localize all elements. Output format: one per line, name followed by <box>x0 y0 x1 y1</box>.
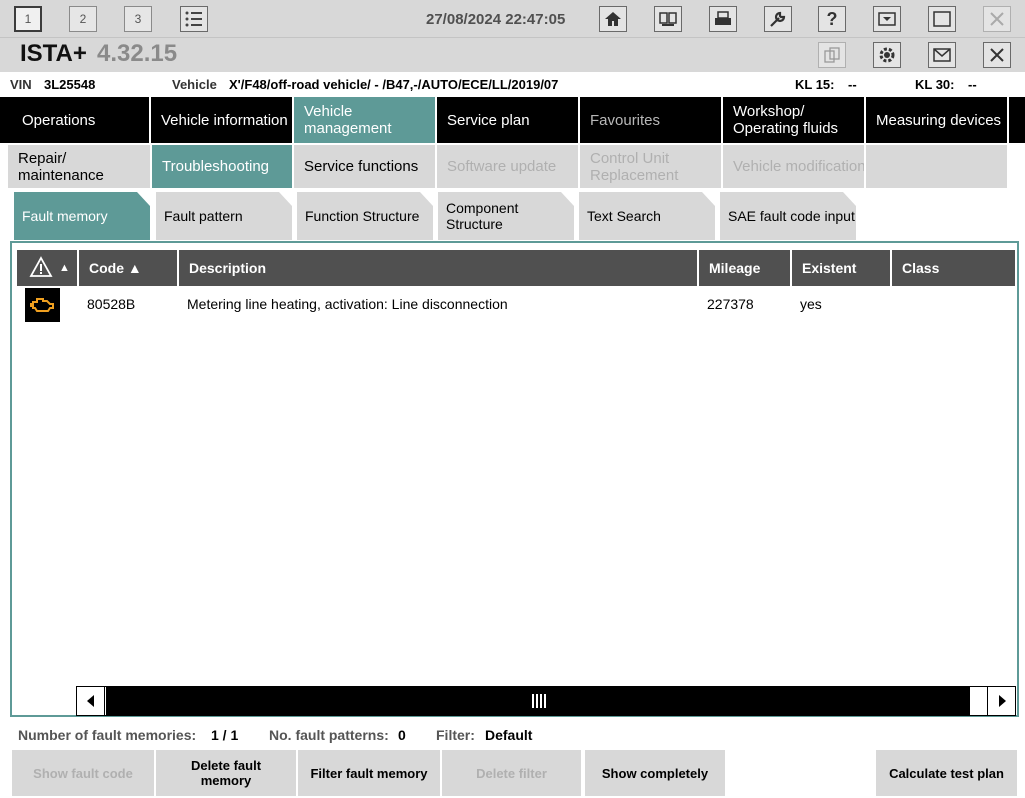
close-icon[interactable] <box>983 6 1011 32</box>
kl30-label: KL 30: <box>915 77 955 92</box>
kl15-value: -- <box>848 77 857 92</box>
col-class[interactable]: Class <box>892 250 1015 286</box>
fault-code: 80528B <box>87 296 136 312</box>
col-mileage[interactable]: Mileage <box>699 250 792 286</box>
main-nav: Operations Vehicle information Vehicle m… <box>0 97 1025 143</box>
ftab-component-structure[interactable]: Component Structure <box>438 192 574 240</box>
ftab-function-structure[interactable]: Function Structure <box>297 192 433 240</box>
fault-memory-panel: ▲ Code ▲ Description Mileage Existent Cl… <box>10 241 1019 717</box>
app-version: 4.32.15 <box>97 40 178 67</box>
fault-existent: yes <box>800 296 822 312</box>
print-icon[interactable] <box>709 6 737 32</box>
table-header: ▲ Code ▲ Description Mileage Existent Cl… <box>17 250 1015 286</box>
scroll-right-icon[interactable] <box>987 687 1015 715</box>
help-icon[interactable]: ? <box>818 6 846 32</box>
gear-icon[interactable] <box>873 42 901 68</box>
table-row[interactable]: 80528B Metering line heating, activation… <box>17 287 1015 322</box>
scroll-thumb[interactable] <box>106 687 970 715</box>
maximize-icon[interactable] <box>928 6 956 32</box>
subtab-software-update[interactable]: Software update <box>437 145 578 188</box>
subtab-service-functions[interactable]: Service functions <box>294 145 435 188</box>
vehicle-label: Vehicle <box>172 77 217 92</box>
filter-value: Default <box>485 727 533 743</box>
vin-value: 3L25548 <box>44 77 96 92</box>
fault-patterns-label: No. fault patterns: <box>269 727 389 743</box>
subtab-empty <box>866 145 1007 188</box>
filter-fault-memory-button[interactable]: Filter fault memory <box>298 750 440 796</box>
filter-label: Filter: <box>436 727 475 743</box>
col-existent[interactable]: Existent <box>792 250 892 286</box>
tab-measuring-devices[interactable]: Measuring devices <box>866 97 1009 143</box>
col-code[interactable]: Code ▲ <box>79 250 179 286</box>
fault-memories-label: Number of fault memories: <box>18 727 197 743</box>
fault-patterns-value: 0 <box>398 727 406 743</box>
vin-label: VIN <box>10 77 32 92</box>
mail-icon[interactable] <box>928 42 956 68</box>
tab-vehicle-management[interactable]: Vehicle management <box>294 97 437 143</box>
copy-icon[interactable] <box>818 42 846 68</box>
home-icon[interactable] <box>599 6 627 32</box>
ftab-sae-fault-code-input[interactable]: SAE fault code input <box>720 192 856 240</box>
fault-description: Metering line heating, activation: Line … <box>187 296 508 312</box>
tab-operations[interactable]: Operations <box>12 97 151 143</box>
col-description[interactable]: Description <box>179 250 699 286</box>
tab-workshop-operating-fluids[interactable]: Workshop/ Operating fluids <box>723 97 866 143</box>
sub-nav: Repair/ maintenance Troubleshooting Serv… <box>0 143 1025 189</box>
subtab-repair-maintenance[interactable]: Repair/ maintenance <box>8 145 150 188</box>
warning-icon <box>29 255 53 281</box>
calculate-test-plan-button[interactable]: Calculate test plan <box>876 750 1017 796</box>
window-2-button[interactable]: 2 <box>69 6 97 32</box>
col-warning[interactable]: ▲ <box>17 250 79 286</box>
show-fault-code-button[interactable]: Show fault code <box>12 750 154 796</box>
window-3-button[interactable]: 3 <box>124 6 152 32</box>
minimize-icon[interactable] <box>873 6 901 32</box>
delete-fault-memory-button[interactable]: Delete fault memory <box>156 750 296 796</box>
subtab-control-unit-replacement[interactable]: Control Unit Replacement <box>580 145 721 188</box>
show-completely-button[interactable]: Show completely <box>585 750 725 796</box>
ftab-fault-pattern[interactable]: Fault pattern <box>156 192 292 240</box>
app-title: ISTA+ <box>20 40 87 67</box>
status-row: Number of fault memories: 1 / 1 No. faul… <box>0 722 1025 746</box>
list-icon[interactable] <box>180 6 208 32</box>
ftab-text-search[interactable]: Text Search <box>579 192 715 240</box>
vehicle-info-row: VIN 3L25548 Vehicle X'/F48/off-road vehi… <box>0 72 1025 97</box>
datetime: 27/08/2024 22:47:05 <box>426 11 566 28</box>
app-header: ISTA+ 4.32.15 <box>0 38 1025 72</box>
kl15-label: KL 15: <box>795 77 835 92</box>
app-close-icon[interactable] <box>983 42 1011 68</box>
tab-service-plan[interactable]: Service plan <box>437 97 580 143</box>
kl30-value: -- <box>968 77 977 92</box>
scroll-left-icon[interactable] <box>77 687 105 715</box>
vehicle-value: X'/F48/off-road vehicle/ - /B47,-/AUTO/E… <box>229 77 559 92</box>
fault-memories-value: 1 / 1 <box>211 727 239 743</box>
delete-filter-button[interactable]: Delete filter <box>442 750 581 796</box>
horizontal-scrollbar[interactable] <box>76 686 1016 716</box>
title-bar: 1 2 3 27/08/2024 22:47:05 ? <box>0 0 1025 38</box>
tab-vehicle-information[interactable]: Vehicle information <box>151 97 294 143</box>
sort-asc-icon: ▲ <box>59 262 70 274</box>
fault-mileage: 227378 <box>707 296 754 312</box>
ftab-fault-memory[interactable]: Fault memory <box>14 192 150 240</box>
subtab-troubleshooting[interactable]: Troubleshooting <box>152 145 292 188</box>
keyboard-icon[interactable] <box>654 6 682 32</box>
engine-warning-icon <box>25 288 60 322</box>
wrench-icon[interactable] <box>764 6 792 32</box>
window-1-button[interactable]: 1 <box>14 6 42 32</box>
tab-favourites[interactable]: Favourites <box>580 97 723 143</box>
subtab-vehicle-modification[interactable]: Vehicle modification <box>723 145 864 188</box>
